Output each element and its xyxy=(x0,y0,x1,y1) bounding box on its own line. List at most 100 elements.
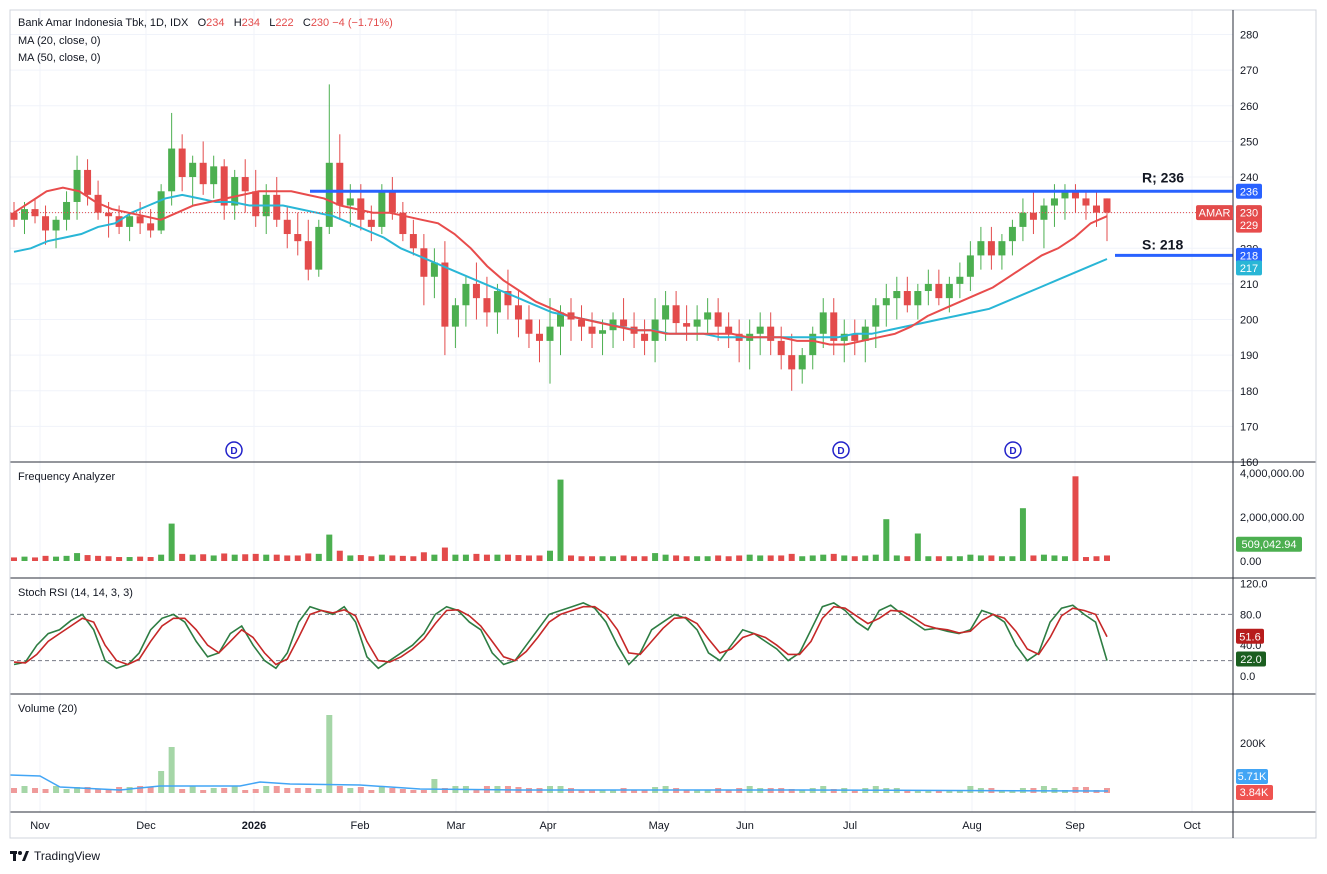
stoch-k-text: 22.0 xyxy=(1240,654,1261,666)
candle-body xyxy=(304,241,312,270)
candle-body xyxy=(10,212,18,220)
tradingview-brand[interactable]: TradingView xyxy=(10,849,100,863)
frequency-bar xyxy=(84,555,91,561)
stoch-axis-tick: 80.0 xyxy=(1240,609,1261,621)
candle-body xyxy=(987,241,995,256)
frequency-bar xyxy=(736,555,743,561)
frequency-bar xyxy=(1082,557,1089,561)
frequency-bar xyxy=(462,554,469,561)
candle-body xyxy=(189,162,197,178)
ohlc-close: C230 xyxy=(302,17,330,29)
volume-bar xyxy=(273,786,280,793)
frequency-bar xyxy=(473,553,480,561)
time-axis-label: Aug xyxy=(962,820,982,832)
frequency-analyzer-title[interactable]: Frequency Analyzer xyxy=(18,471,115,483)
ma20-legend[interactable]: MA (20, close, 0) xyxy=(18,35,101,47)
frequency-bar xyxy=(568,555,575,561)
frequency-bar xyxy=(746,554,753,561)
frequency-bar xyxy=(1030,555,1037,561)
candle-body xyxy=(599,330,607,334)
candle-body xyxy=(1092,205,1100,213)
candle-body xyxy=(788,355,796,370)
price-axis-tick: 280 xyxy=(1240,30,1258,42)
volume-last-text: 3.84K xyxy=(1240,787,1269,799)
candle-body xyxy=(1019,212,1027,227)
price-axis-tick: 200 xyxy=(1240,315,1258,327)
frequency-bar xyxy=(200,554,207,561)
dividend-marker-label: D xyxy=(837,446,844,457)
candle-body xyxy=(136,216,144,224)
time-axis-label: Jul xyxy=(843,820,857,832)
time-axis-label: Nov xyxy=(30,820,50,832)
candle-body xyxy=(388,191,396,213)
frequency-bar xyxy=(673,555,680,561)
price-axis-tick: 210 xyxy=(1240,279,1258,291)
candle-body xyxy=(1103,198,1111,213)
volume-bar xyxy=(231,786,238,793)
candle-body xyxy=(1040,205,1048,220)
candle-body xyxy=(935,283,943,299)
candle-body xyxy=(346,198,354,206)
frequency-bar xyxy=(946,556,953,561)
frequency-bar xyxy=(95,555,102,561)
frequency-bar xyxy=(767,555,774,561)
frequency-bar xyxy=(683,556,690,561)
candle-body xyxy=(620,319,628,327)
candle-body xyxy=(84,169,92,195)
price-axis-tick: 170 xyxy=(1240,421,1258,433)
candle-body xyxy=(945,283,953,299)
volume-bar xyxy=(357,787,364,793)
candle-body xyxy=(725,326,733,334)
frequency-bar xyxy=(1040,554,1047,561)
frequency-bar xyxy=(420,552,427,561)
volume-bar xyxy=(179,789,186,793)
volume-bar xyxy=(210,788,217,793)
candle-body xyxy=(578,319,586,327)
price-badge-text: 217 xyxy=(1240,263,1258,275)
volume-bar xyxy=(63,789,70,793)
frequency-bar xyxy=(988,555,995,561)
volume-title[interactable]: Volume (20) xyxy=(18,703,77,715)
stoch-rsi-title[interactable]: Stoch RSI (14, 14, 3, 3) xyxy=(18,587,133,599)
candle-body xyxy=(546,326,554,341)
frequency-bar xyxy=(336,550,343,561)
frequency-bar xyxy=(368,556,375,561)
frequency-bar xyxy=(74,553,81,561)
frequency-bar xyxy=(105,556,112,561)
candle-body xyxy=(924,283,932,292)
frequency-bar xyxy=(32,557,39,561)
frequency-bar xyxy=(557,479,564,561)
volume-bar xyxy=(368,790,375,793)
frequency-bar xyxy=(483,554,490,561)
volume-bar xyxy=(21,786,28,793)
candle-body xyxy=(998,241,1006,256)
candle-body xyxy=(535,333,543,341)
candle-body xyxy=(430,262,438,277)
ma50-legend[interactable]: MA (50, close, 0) xyxy=(18,52,101,64)
candle-body xyxy=(241,177,249,192)
volume-bar xyxy=(347,788,354,793)
volume-bar xyxy=(420,790,427,793)
frequency-bar xyxy=(1104,555,1110,561)
dividend-marker-label: D xyxy=(230,446,237,457)
frequency-bar xyxy=(778,555,785,561)
frequency-bar xyxy=(1061,556,1068,561)
candle-body xyxy=(283,219,291,235)
chart-canvas[interactable]: R; 236S: 218DDD 280270260250240230220210… xyxy=(0,0,1327,874)
candle-body xyxy=(903,291,911,306)
frequency-bar xyxy=(525,555,532,561)
frequency-bar xyxy=(116,557,123,561)
volume-bar xyxy=(967,786,974,793)
volume-bar xyxy=(1040,786,1047,793)
frequency-bar xyxy=(399,555,406,561)
frequency-bar xyxy=(441,547,448,561)
frequency-bar xyxy=(231,554,238,561)
candle-body xyxy=(588,326,596,334)
frequency-axis-tick: 4,000,000.00 xyxy=(1240,468,1304,480)
frequency-bar xyxy=(410,556,417,561)
candle-body xyxy=(336,162,344,206)
volume-bar xyxy=(105,790,112,793)
frequency-bar xyxy=(799,556,806,561)
frequency-bar xyxy=(242,554,249,561)
symbol-line: Bank Amar Indonesia Tbk, 1D, IDX xyxy=(18,17,189,29)
